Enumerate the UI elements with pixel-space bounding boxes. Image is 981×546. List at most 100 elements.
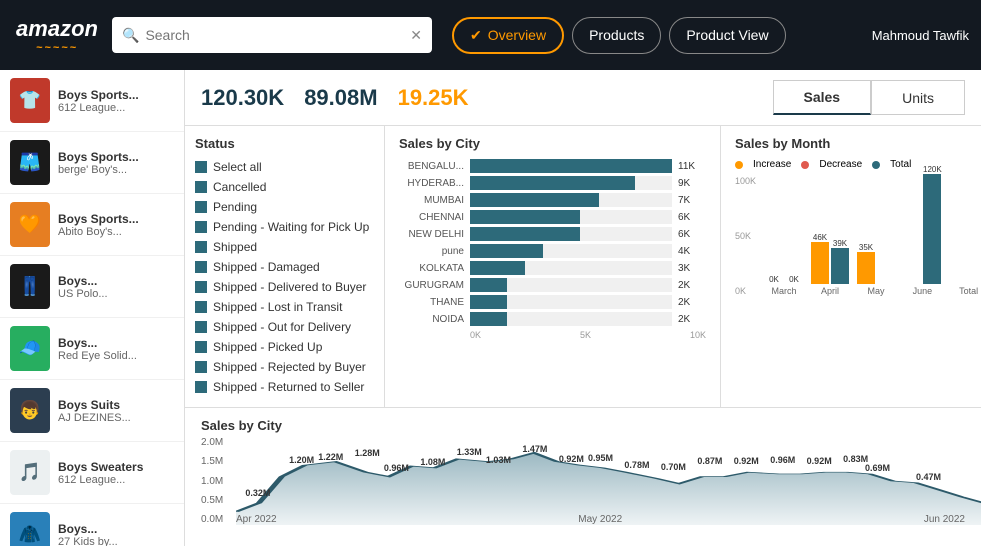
- bar-track: [470, 278, 672, 292]
- bar-track: [470, 193, 672, 207]
- month-chart-panel: Sales by Month Increase Decrease Total 1…: [721, 126, 981, 407]
- line-chart-label: 1.20M: [289, 455, 314, 465]
- bar-track: [470, 210, 672, 224]
- product-subtitle: 612 League...: [58, 102, 139, 114]
- line-chart-title: Sales by City: [201, 418, 965, 433]
- line-chart-label: 0.69M: [865, 463, 890, 473]
- tab-sales[interactable]: Sales: [773, 80, 872, 115]
- search-input[interactable]: [145, 27, 404, 43]
- status-item[interactable]: Shipped - Picked Up: [195, 337, 374, 357]
- bar-chart-row: NOIDA 2K: [399, 312, 706, 326]
- bar-track: [470, 261, 672, 275]
- status-checkbox[interactable]: [195, 281, 207, 293]
- month-chart-title: Sales by Month: [735, 136, 967, 151]
- product-thumbnail: 🩳: [10, 140, 50, 185]
- y-label: 1.0M: [201, 476, 236, 487]
- line-chart-label: 0.70M: [661, 462, 686, 472]
- bar-label: NEW DELHI: [399, 229, 464, 240]
- tab-overview[interactable]: ✔ Overview: [452, 17, 564, 54]
- bar-value: 11K: [678, 161, 706, 172]
- month-bar-group: Total: [950, 284, 981, 296]
- tab-products[interactable]: Products: [572, 17, 661, 54]
- product-name: Boys...: [58, 522, 118, 536]
- sidebar-product-item[interactable]: 👕 Boys Sports... 612 League...: [0, 70, 184, 132]
- status-checkbox[interactable]: [195, 201, 207, 213]
- stats-bar: 120.30K 89.08M 19.25K Sales Units: [185, 70, 981, 126]
- line-chart-label: 1.08M: [420, 457, 445, 467]
- bar-value: 7K: [678, 195, 706, 206]
- tab-product-view[interactable]: Product View: [669, 17, 785, 54]
- bar-value: 6K: [678, 212, 706, 223]
- status-checkbox[interactable]: [195, 181, 207, 193]
- tab-units[interactable]: Units: [871, 80, 965, 115]
- y-label: 0.5M: [201, 495, 236, 506]
- product-thumbnail: 🎵: [10, 450, 50, 495]
- product-subtitle: Red Eye Solid...: [58, 350, 137, 362]
- stat-value-2: 89.08M: [304, 85, 377, 111]
- bar-chart-row: HYDERAB... 9K: [399, 176, 706, 190]
- month-label: Total: [959, 286, 978, 296]
- bar-value: 2K: [678, 280, 706, 291]
- status-item[interactable]: Select all: [195, 157, 374, 177]
- line-chart-label: 1.33M: [457, 447, 482, 457]
- product-thumbnail: 🧥: [10, 512, 50, 546]
- product-subtitle: US Polo...: [58, 288, 108, 300]
- sidebar-product-item[interactable]: 🩳 Boys Sports... berge' Boy's...: [0, 132, 184, 194]
- status-item[interactable]: Shipped: [195, 237, 374, 257]
- status-item[interactable]: Cancelled: [195, 177, 374, 197]
- month-bar-pair: 46K 39K: [811, 233, 849, 284]
- inc-bar: [857, 252, 875, 284]
- status-item[interactable]: Shipped - Delivered to Buyer: [195, 277, 374, 297]
- bar-axis: 0K 5K 10K: [399, 330, 706, 340]
- status-item[interactable]: Pending - Waiting for Pick Up: [195, 217, 374, 237]
- line-chart-label: 0.92M: [559, 454, 584, 464]
- status-checkbox[interactable]: [195, 261, 207, 273]
- status-checkbox[interactable]: [195, 341, 207, 353]
- legend-increase: [735, 161, 743, 169]
- status-item[interactable]: Shipped - Lost in Transit: [195, 297, 374, 317]
- status-item[interactable]: Shipped - Returned to Seller: [195, 377, 374, 397]
- product-subtitle: Abito Boy's...: [58, 226, 139, 238]
- product-subtitle: AJ DEZINES...: [58, 412, 131, 424]
- bar-label: BENGALU...: [399, 161, 464, 172]
- line-chart-area: Sales by City 2.0M1.5M1.0M0.5M0.0M Apr 2…: [185, 408, 981, 546]
- sidebar-product-item[interactable]: 🧢 Boys... Red Eye Solid...: [0, 318, 184, 380]
- close-icon[interactable]: ✕: [410, 27, 422, 44]
- status-checkbox[interactable]: [195, 381, 207, 393]
- status-item[interactable]: Shipped - Out for Delivery: [195, 317, 374, 337]
- status-item[interactable]: Shipped - Rejected by Buyer: [195, 357, 374, 377]
- status-checkbox[interactable]: [195, 321, 207, 333]
- sidebar-product-item[interactable]: 🧥 Boys... 27 Kids by...: [0, 504, 184, 546]
- sidebar-product-item[interactable]: 🎵 Boys Sweaters 612 League...: [0, 442, 184, 504]
- status-label: Shipped - Out for Delivery: [213, 320, 351, 334]
- bar-label: KOLKATA: [399, 263, 464, 274]
- bar-chart-row: THANE 2K: [399, 295, 706, 309]
- status-item[interactable]: Shipped - Damaged: [195, 257, 374, 277]
- month-label: June: [913, 286, 933, 296]
- sidebar-product-item[interactable]: 🧡 Boys Sports... Abito Boy's...: [0, 194, 184, 256]
- product-thumbnail: 👦: [10, 388, 50, 433]
- search-bar[interactable]: 🔍 ✕: [112, 17, 432, 53]
- legend-decrease: [801, 161, 809, 169]
- status-checkbox[interactable]: [195, 361, 207, 373]
- user-name: Mahmoud Tawfik: [872, 28, 969, 43]
- status-checkbox[interactable]: [195, 161, 207, 173]
- sidebar-product-item[interactable]: 👦 Boys Suits AJ DEZINES...: [0, 380, 184, 442]
- bar-fill: [470, 244, 543, 258]
- bar-fill: [470, 176, 635, 190]
- status-checkbox[interactable]: [195, 301, 207, 313]
- status-item[interactable]: Pending: [195, 197, 374, 217]
- product-name: Boys Suits: [58, 398, 131, 412]
- line-chart-label: 1.22M: [318, 452, 343, 462]
- status-checkbox[interactable]: [195, 221, 207, 233]
- bar-chart: BENGALU... 11K HYDERAB... 9K MUMBAI 7K C…: [399, 159, 706, 326]
- bar-chart-row: GURUGRAM 2K: [399, 278, 706, 292]
- sidebar-product-item[interactable]: 👖 Boys... US Polo...: [0, 256, 184, 318]
- month-label: April: [821, 286, 839, 296]
- bar-fill: [470, 295, 507, 309]
- bar-value: 2K: [678, 297, 706, 308]
- status-label: Pending - Waiting for Pick Up: [213, 220, 369, 234]
- bar-value: 2K: [678, 314, 706, 325]
- product-thumbnail: 👖: [10, 264, 50, 309]
- status-checkbox[interactable]: [195, 241, 207, 253]
